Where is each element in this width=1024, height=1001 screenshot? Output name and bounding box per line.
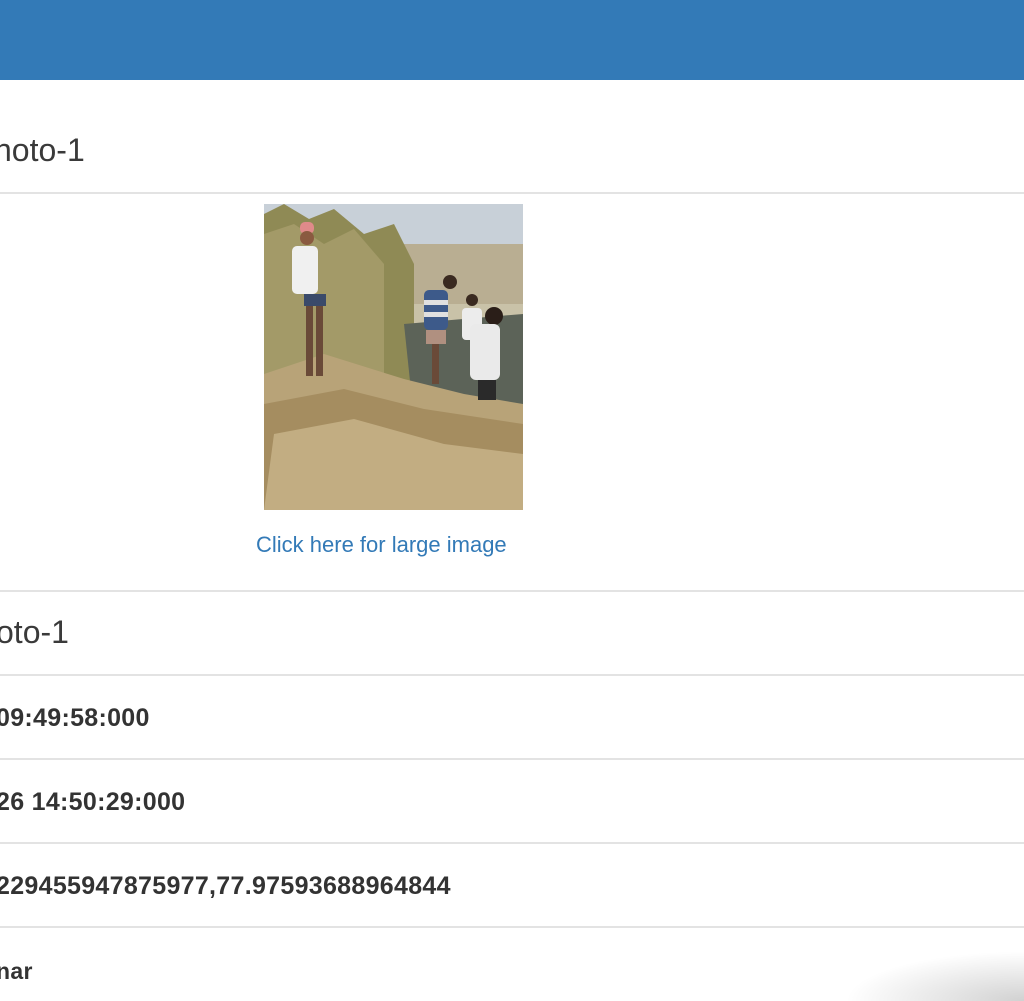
detail-value: 09:49:58:000 (0, 704, 150, 732)
photo-title-row: noto-1 (0, 80, 1024, 194)
detail-row: nar (0, 926, 1024, 1001)
detail-row: 26 14:50:29:000 (0, 758, 1024, 844)
detail-row: 229455947875977,77.97593688964844 (0, 842, 1024, 928)
top-navbar (0, 0, 1024, 80)
detail-value: nar (0, 958, 33, 984)
detail-row: 09:49:58:000 (0, 674, 1024, 760)
section-title-row: oto-1 (0, 590, 1024, 676)
landscape-photo-icon (264, 204, 523, 510)
detail-value: 229455947875977,77.97593688964844 (0, 872, 451, 900)
section-title: oto-1 (0, 614, 69, 650)
field-photo-thumbnail[interactable] (264, 204, 523, 510)
large-image-link[interactable]: Click here for large image (256, 532, 507, 558)
photo-title: noto-1 (0, 132, 85, 168)
detail-value: 26 14:50:29:000 (0, 788, 186, 816)
